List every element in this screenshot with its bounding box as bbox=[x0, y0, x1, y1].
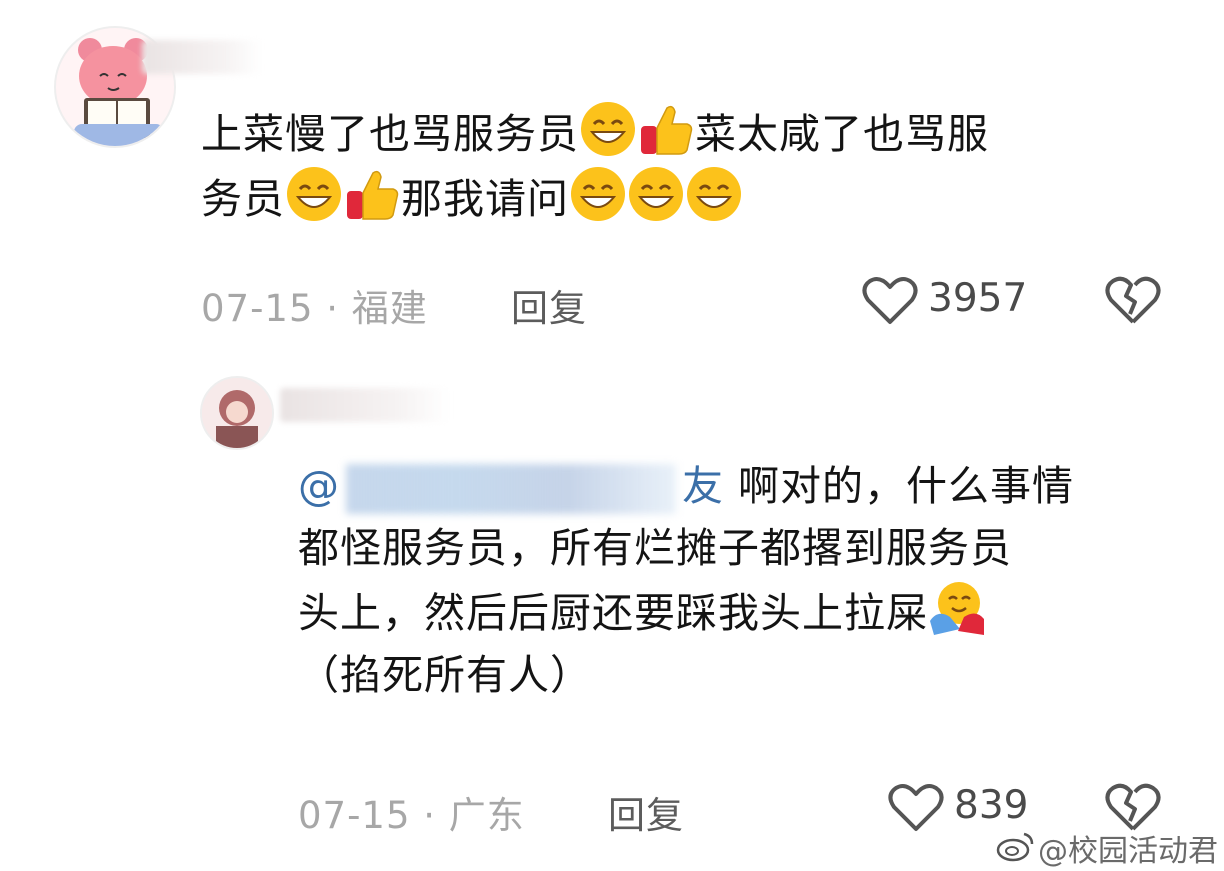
comment-meta: 07-15 · 广东 bbox=[298, 794, 525, 837]
mention-name-blurred bbox=[346, 464, 676, 514]
grinning-face-icon bbox=[569, 165, 627, 223]
grinning-face-icon bbox=[579, 100, 637, 158]
comment-text-part: （掐死所有人） bbox=[298, 651, 592, 699]
like-button[interactable]: 3957 bbox=[862, 272, 1032, 328]
mention-at: @ bbox=[298, 462, 340, 510]
comment-text-part: 头上，然后后厨还要踩我头上拉屎 bbox=[298, 589, 928, 637]
heart-outline-icon bbox=[888, 783, 944, 837]
like-count: 839 bbox=[954, 783, 1029, 828]
grinning-face-icon bbox=[627, 165, 685, 223]
comment-text-part: 务员 bbox=[201, 175, 285, 223]
reply-text: @ 友 啊对的，什么事情 都怪服务员，所有烂摊子都撂到服务员 头上，然后后厨还要踩… bbox=[298, 455, 1178, 706]
thumbs-up-icon bbox=[343, 165, 401, 223]
comment-text-part: 啊对的，什么事情 bbox=[738, 462, 1075, 510]
comment-text-part: 那我请问 bbox=[401, 175, 569, 223]
weibo-logo-icon bbox=[996, 830, 1036, 866]
comment-text: 上菜慢了也骂服务员 菜太咸了也骂服务员 那我请问 bbox=[201, 100, 1161, 230]
comment-text-part: 都怪服务员，所有烂摊子都撂到服务员 bbox=[298, 524, 1012, 572]
avatar[interactable] bbox=[200, 376, 274, 450]
comment-text-part: 上菜慢了也骂服务员 bbox=[201, 110, 579, 158]
username-blurred[interactable] bbox=[280, 388, 450, 422]
thumbs-up-icon bbox=[637, 100, 695, 158]
anime-girl-avatar-icon bbox=[202, 378, 272, 448]
comment-text-part: 菜太咸了也骂服 bbox=[695, 110, 989, 158]
reply-button[interactable]: 回复 bbox=[511, 278, 587, 332]
mention-link[interactable]: @ 友 bbox=[298, 462, 724, 514]
like-button[interactable]: 839 bbox=[888, 779, 1038, 835]
like-count: 3957 bbox=[928, 276, 1028, 321]
comment-meta: 07-15 · 福建 bbox=[201, 287, 428, 330]
reply-button[interactable]: 回复 bbox=[608, 785, 684, 839]
grinning-face-icon bbox=[285, 165, 343, 223]
broken-heart-icon[interactable] bbox=[1104, 276, 1162, 330]
username-blurred[interactable] bbox=[142, 40, 262, 74]
hugging-face-icon bbox=[928, 579, 986, 637]
heart-outline-icon bbox=[862, 276, 918, 330]
watermark-text: @校园活动君 bbox=[1038, 834, 1218, 869]
grinning-face-icon bbox=[685, 165, 743, 223]
mention-tail: 友 bbox=[682, 462, 724, 510]
